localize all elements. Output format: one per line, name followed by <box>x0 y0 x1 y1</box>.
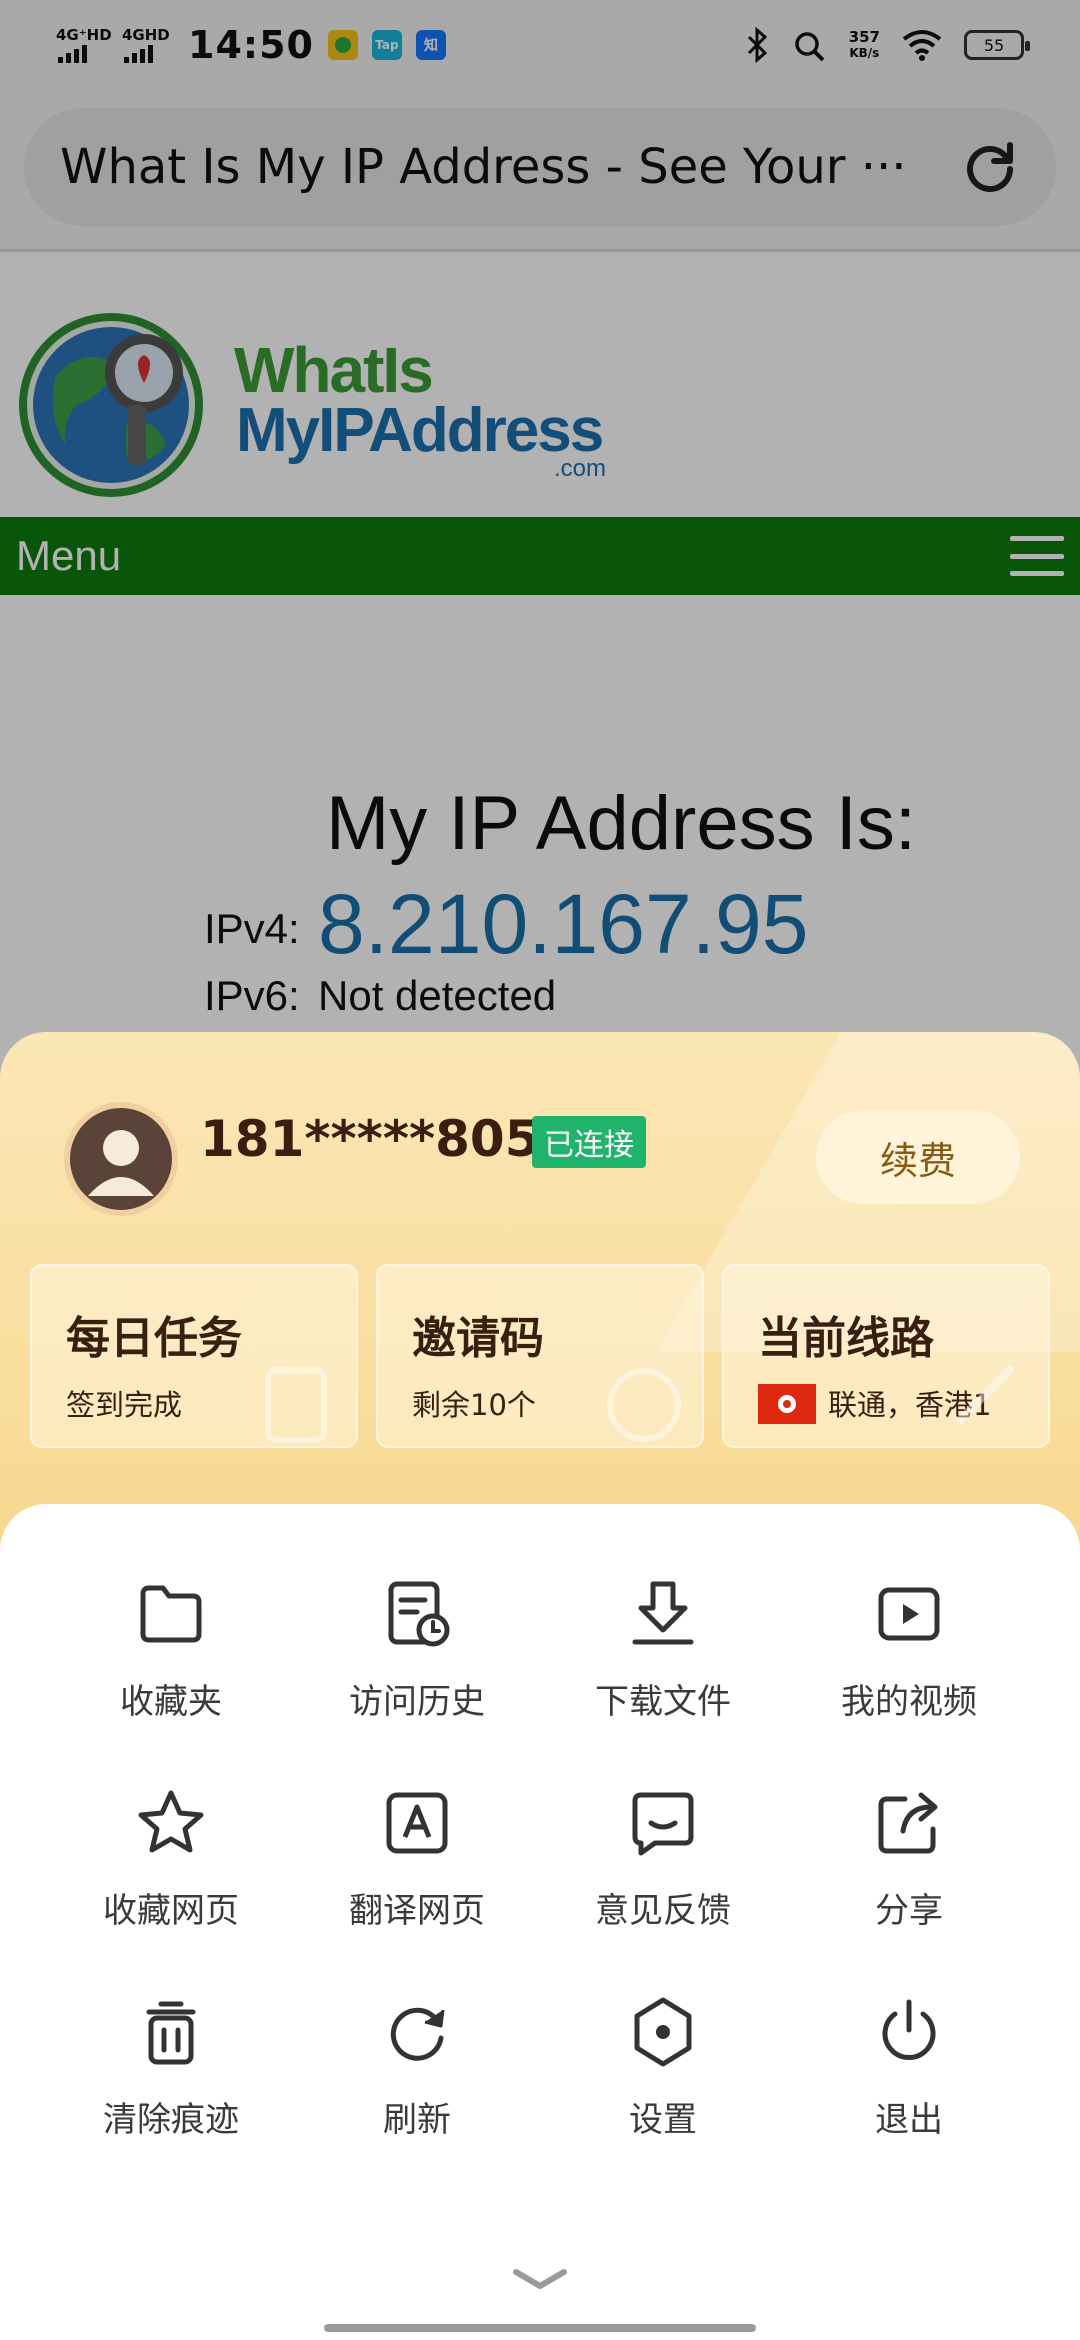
bone-deco-icon <box>956 1366 1014 1424</box>
menu-item-label: 清除痕迹 <box>103 2100 239 2140</box>
menu-item-feedback[interactable]: 意见反馈 <box>540 1783 786 1932</box>
menu-item-label: 分享 <box>875 1891 943 1931</box>
menu-item-label: 意见反馈 <box>595 1891 731 1931</box>
translate-icon <box>386 1792 448 1854</box>
browser-menu-sheet: 收藏夹 访问历史 下载文件 我的视频 收藏网页 翻译网页 意见反馈 分享 清除痕… <box>0 1504 1080 2340</box>
video-icon <box>878 1587 940 1641</box>
menu-item-label: 访问历史 <box>349 1682 485 1722</box>
power-icon <box>882 1999 936 2060</box>
menu-item-settings[interactable]: 设置 <box>540 1992 786 2141</box>
settings-icon <box>634 1997 692 2067</box>
card-subtitle: 剩余10个 <box>412 1388 536 1422</box>
home-indicator[interactable] <box>324 2324 756 2332</box>
connection-status-badge: 已连接 <box>532 1116 646 1168</box>
chevron-down-icon[interactable] <box>510 2264 570 2294</box>
menu-grid: 收藏夹 访问历史 下载文件 我的视频 收藏网页 翻译网页 意见反馈 分享 清除痕… <box>0 1574 1080 2141</box>
menu-item-history[interactable]: 访问历史 <box>294 1574 540 1723</box>
menu-item-label: 我的视频 <box>841 1682 977 1722</box>
star-icon <box>138 1790 204 1853</box>
card-title: 每日任务 <box>66 1313 242 1364</box>
menu-item-translate[interactable]: 翻译网页 <box>294 1783 540 1932</box>
card-title: 当前线路 <box>758 1313 934 1364</box>
menu-item-my-videos[interactable]: 我的视频 <box>786 1574 1032 1723</box>
card-title: 邀请码 <box>412 1313 544 1364</box>
menu-item-label: 收藏网页 <box>103 1891 239 1931</box>
menu-item-label: 刷新 <box>383 2100 451 2140</box>
menu-item-clear-history[interactable]: 清除痕迹 <box>48 1992 294 2141</box>
menu-item-bookmark-page[interactable]: 收藏网页 <box>48 1783 294 1932</box>
folder-icon <box>140 1585 202 1643</box>
trash-icon <box>146 2001 196 2065</box>
menu-item-bookmarks[interactable]: 收藏夹 <box>48 1574 294 1723</box>
current-route-card[interactable]: 当前线路 联通，香港1 <box>722 1264 1050 1448</box>
refresh-icon <box>390 2007 445 2061</box>
download-icon <box>632 1581 694 1645</box>
menu-item-exit[interactable]: 退出 <box>786 1992 1032 2141</box>
daily-task-card[interactable]: 每日任务 签到完成 <box>30 1264 358 1448</box>
menu-item-label: 设置 <box>629 2100 697 2140</box>
share-icon <box>878 1792 938 1854</box>
account-phone: 181*****805 <box>200 1110 540 1168</box>
menu-item-downloads[interactable]: 下载文件 <box>540 1574 786 1723</box>
card-subtitle: 签到完成 <box>66 1388 183 1422</box>
renew-button[interactable]: 续费 <box>816 1110 1020 1204</box>
account-panel: 181*****805 已连接 续费 每日任务 签到完成 邀请码 剩余10个 当… <box>0 1032 1080 1572</box>
menu-item-label: 退出 <box>875 2100 943 2140</box>
menu-item-share[interactable]: 分享 <box>786 1783 1032 1932</box>
coin-deco-icon <box>607 1368 681 1442</box>
menu-item-label: 收藏夹 <box>120 1682 222 1722</box>
avatar[interactable] <box>64 1102 178 1216</box>
clipboard-deco-icon <box>265 1367 327 1443</box>
feedback-icon <box>632 1792 694 1856</box>
menu-item-refresh[interactable]: 刷新 <box>294 1992 540 2141</box>
menu-item-label: 翻译网页 <box>349 1891 485 1931</box>
hong-kong-flag-icon <box>758 1384 816 1424</box>
invite-code-card[interactable]: 邀请码 剩余10个 <box>376 1264 704 1448</box>
menu-item-label: 下载文件 <box>595 1682 731 1722</box>
user-avatar-icon <box>88 1130 154 1196</box>
history-icon <box>388 1581 450 1647</box>
